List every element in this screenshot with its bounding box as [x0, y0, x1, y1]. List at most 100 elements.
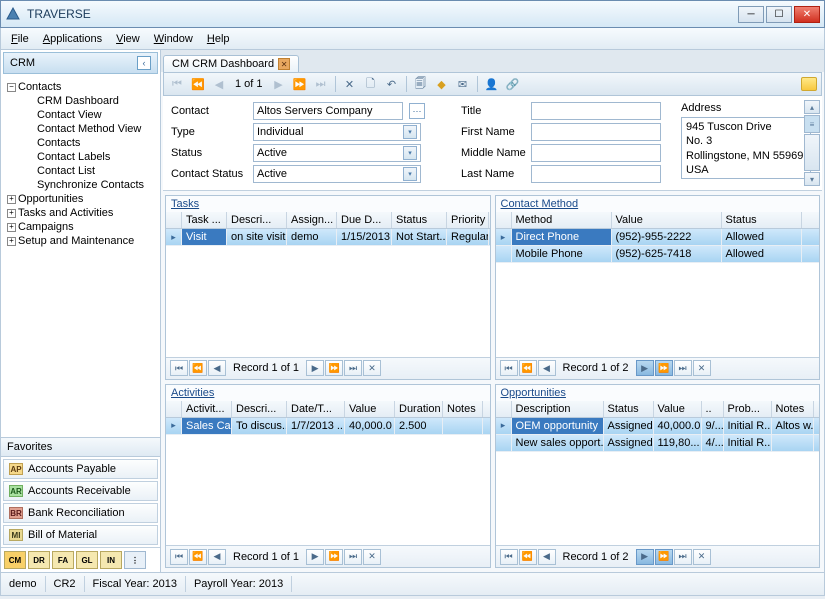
nav-next-icon[interactable]: ▶ [270, 75, 288, 93]
tree-item-synchronize-contacts[interactable]: Synchronize Contacts [3, 178, 158, 192]
nav-delete-button[interactable]: ✕ [363, 360, 381, 376]
expand-icon[interactable]: − [7, 83, 16, 92]
type-combo[interactable]: Individual▾ [253, 123, 421, 141]
module-btn-fa[interactable]: FA [52, 551, 74, 569]
module-more-button[interactable]: ⋮ [124, 551, 146, 569]
column-header[interactable]: Status [722, 212, 802, 228]
nav-button[interactable]: ⏪ [519, 360, 537, 376]
undo-icon[interactable]: ↶ [383, 75, 401, 93]
tree-item-contact-labels[interactable]: Contact Labels [3, 150, 158, 164]
module-btn-gl[interactable]: GL [76, 551, 98, 569]
nav-delete-button[interactable]: ✕ [693, 360, 711, 376]
nav-button[interactable]: ⏪ [189, 549, 207, 565]
column-header[interactable]: Method [512, 212, 612, 228]
tree-item-contact-method-view[interactable]: Contact Method View [3, 122, 158, 136]
table-row[interactable]: ▸Visiton site visitdemo1/15/2013Not Star… [166, 229, 490, 246]
menu-view[interactable]: View [110, 31, 146, 47]
tab-crm-dashboard[interactable]: CM CRM Dashboard ✕ [163, 55, 299, 72]
nav-button[interactable]: ⏩ [325, 360, 343, 376]
close-button[interactable]: ✕ [794, 6, 820, 23]
middlename-input[interactable] [531, 144, 661, 162]
tree-tasks-and-activities[interactable]: +Tasks and Activities [3, 206, 158, 220]
tree-setup-and-maintenance[interactable]: +Setup and Maintenance [3, 234, 158, 248]
nav-button[interactable]: ◀ [538, 549, 556, 565]
column-header[interactable]: Status [392, 212, 447, 228]
firstname-input[interactable] [531, 123, 661, 141]
column-header[interactable]: Prob... [724, 401, 772, 417]
copy-icon[interactable]: 🗐 [412, 75, 430, 93]
tree-item-contacts[interactable]: Contacts [3, 136, 158, 150]
column-header[interactable]: Date/T... [287, 401, 345, 417]
tree-campaigns[interactable]: +Campaigns [3, 220, 158, 234]
new-icon[interactable]: 🗋 [362, 75, 380, 93]
contact-input[interactable] [253, 102, 403, 120]
nav-first-icon[interactable]: ⏮ [168, 75, 186, 93]
favorite-ap[interactable]: APAccounts Payable [3, 459, 158, 479]
tab-close-icon[interactable]: ✕ [278, 58, 290, 70]
expand-icon[interactable]: + [7, 209, 16, 218]
form-scrollbar[interactable]: ▴ ≡ ▾ [804, 100, 820, 186]
column-header[interactable]: Activit... [182, 401, 232, 417]
column-header[interactable]: Descri... [227, 212, 287, 228]
table-row[interactable]: ▸Direct Phone(952)-955-2222Allowed [496, 229, 820, 246]
contact-status-combo[interactable]: Active▾ [253, 165, 421, 183]
nav-button[interactable]: ▶ [636, 360, 654, 376]
menu-help[interactable]: Help [201, 31, 236, 47]
tree-item-contact-view[interactable]: Contact View [3, 108, 158, 122]
nav-button[interactable]: ⏪ [519, 549, 537, 565]
address-box[interactable]: 945 Tuscon DriveNo. 3Rollingstone, MN 55… [681, 117, 811, 179]
nav-button[interactable]: ⏭ [344, 549, 362, 565]
column-header[interactable]: .. [702, 401, 724, 417]
nav-button[interactable]: ◀ [538, 360, 556, 376]
tree-contacts[interactable]: −Contacts [3, 80, 158, 94]
link-icon[interactable]: 🔗 [504, 75, 522, 93]
column-header[interactable]: Status [604, 401, 654, 417]
table-row[interactable]: Mobile Phone(952)-625-7418Allowed [496, 246, 820, 263]
column-header[interactable]: Priority [447, 212, 489, 228]
tree-item-crm-dashboard[interactable]: CRM Dashboard [3, 94, 158, 108]
contact-lookup-button[interactable]: ⋯ [409, 103, 425, 119]
scroll-track[interactable] [804, 134, 820, 171]
table-row[interactable]: New sales opport...Assigned119,80...4/..… [496, 435, 820, 452]
column-header[interactable]: Assign... [287, 212, 337, 228]
column-header[interactable]: Notes [443, 401, 483, 417]
scroll-up-icon[interactable]: ▴ [804, 100, 820, 114]
column-header[interactable]: Due D... [337, 212, 392, 228]
nav-button[interactable]: ⏮ [170, 360, 188, 376]
favorite-ar[interactable]: ARAccounts Receivable [3, 481, 158, 501]
table-row[interactable]: ▸Sales CallTo discus...1/7/2013 ...40,00… [166, 418, 490, 435]
nav-button[interactable]: ▶ [306, 549, 324, 565]
column-header[interactable]: Description [512, 401, 604, 417]
status-combo[interactable]: Active▾ [253, 144, 421, 162]
column-header[interactable]: Value [612, 212, 722, 228]
menu-applications[interactable]: Applications [37, 31, 108, 47]
nav-button[interactable]: ⏭ [674, 549, 692, 565]
table-row[interactable]: ▸OEM opportunityAssigned40,000.09/...Ini… [496, 418, 820, 435]
favorite-icon[interactable]: ◆ [433, 75, 451, 93]
nav-button[interactable]: ◀ [208, 549, 226, 565]
module-btn-cm[interactable]: CM [4, 551, 26, 569]
nav-prev-page-icon[interactable]: ⏪ [189, 75, 207, 93]
tree-item-contact-list[interactable]: Contact List [3, 164, 158, 178]
nav-delete-button[interactable]: ✕ [363, 549, 381, 565]
nav-button[interactable]: ⏩ [325, 549, 343, 565]
nav-last-icon[interactable]: ⏭ [312, 75, 330, 93]
column-header[interactable]: Descri... [232, 401, 287, 417]
column-header[interactable]: Task ... [182, 212, 227, 228]
nav-prev-icon[interactable]: ◀ [210, 75, 228, 93]
tree-opportunities[interactable]: +Opportunities [3, 192, 158, 206]
nav-button[interactable]: ⏪ [189, 360, 207, 376]
expand-icon[interactable]: + [7, 223, 16, 232]
mail-icon[interactable]: ✉ [454, 75, 472, 93]
menu-window[interactable]: Window [148, 31, 199, 47]
nav-button[interactable]: ◀ [208, 360, 226, 376]
users-icon[interactable]: 👤 [483, 75, 501, 93]
sidebar-collapse-button[interactable]: ‹ [137, 56, 151, 70]
folder-icon[interactable] [801, 77, 817, 91]
scroll-down-icon[interactable]: ▾ [804, 172, 820, 186]
column-header[interactable]: Value [345, 401, 395, 417]
nav-button[interactable]: ▶ [636, 549, 654, 565]
nav-button[interactable]: ▶ [306, 360, 324, 376]
expand-icon[interactable]: + [7, 237, 16, 246]
maximize-button[interactable]: ☐ [766, 6, 792, 23]
